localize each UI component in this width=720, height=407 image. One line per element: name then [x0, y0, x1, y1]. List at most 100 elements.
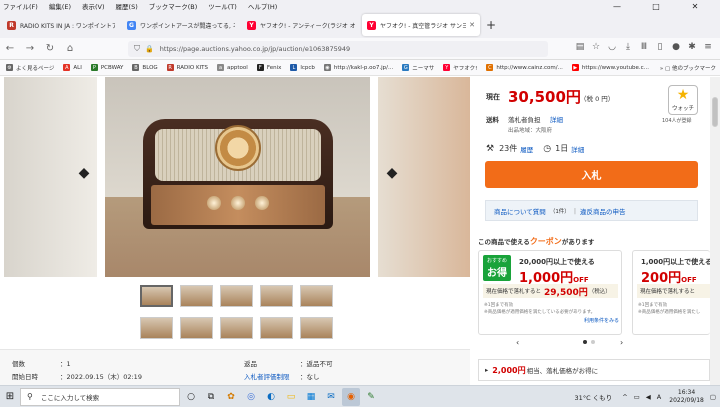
weather-widget[interactable]: 31°C くもり — [575, 392, 613, 402]
menu-bookmarks[interactable]: ブックマーク(B) — [149, 1, 198, 11]
chrome-app-icon[interactable]: ◎ — [242, 388, 260, 406]
bookmark-item[interactable]: A ALI — [63, 64, 82, 71]
coupon-card[interactable]: おすすめ お得 20,000円以上で使える 1,000円OFF 現在価格で落札す… — [478, 250, 622, 335]
bookmark-item[interactable]: R RADIO KITS — [166, 64, 208, 71]
thumbnail[interactable] — [180, 317, 213, 339]
thumbnail[interactable] — [140, 285, 173, 307]
carousel-dot[interactable] — [591, 340, 595, 344]
store-icon[interactable]: ▦ — [302, 388, 320, 406]
bookmark-item[interactable]: ▶ https://www.youtube.c... — [571, 64, 649, 71]
menu-edit[interactable]: 編集(E) — [49, 1, 71, 11]
bookmark-item[interactable]: Chttp://www.cainz.com/... — [486, 64, 563, 71]
menu-view[interactable]: 表示(V) — [82, 1, 105, 11]
question-link[interactable]: 商品について質問 — [494, 206, 546, 216]
app-icon[interactable]: ✎ — [362, 388, 380, 406]
reload-icon[interactable]: ↻ — [40, 43, 60, 54]
thumbnail[interactable] — [260, 317, 293, 339]
thumbnail[interactable] — [220, 285, 253, 307]
tab-yahoo-antique[interactable]: Y ヤフオク! - アンティーク(ラジオ オーディオ) — [242, 14, 360, 36]
bookmark-item[interactable]: ⚙ よく見るページ — [6, 64, 54, 72]
menu-help[interactable]: ヘルプ(H) — [248, 1, 277, 11]
sidebar-icon[interactable]: ▯ — [652, 42, 668, 52]
gear-icon: ⚙ — [6, 64, 13, 71]
watch-button[interactable]: ★ ウォッチ — [668, 85, 698, 115]
minimize-button[interactable]: — — [603, 0, 631, 12]
ime-indicator[interactable]: A — [657, 393, 661, 401]
shipping-detail-link[interactable]: 詳細 — [550, 114, 563, 124]
tab-google[interactable]: G ワンポイントアースが間違ってる, ネ — [122, 14, 240, 36]
windows-start-icon[interactable]: ⊞ — [0, 391, 20, 402]
thumbnail[interactable] — [180, 285, 213, 307]
taskbar-search[interactable]: ⚲ ここに入力して検索 — [20, 387, 180, 406]
prev-arrow-icon[interactable]: ◆ — [76, 165, 92, 181]
thumbnail[interactable] — [260, 285, 293, 307]
menu-icon[interactable]: ≡ — [700, 42, 716, 52]
account-icon[interactable]: ● — [668, 42, 684, 52]
forward-icon[interactable]: → — [20, 43, 40, 54]
menu-file[interactable]: ファイル(F) — [3, 1, 38, 11]
scrollbar-thumb[interactable] — [712, 97, 718, 127]
bid-history-link[interactable]: 履歴 — [520, 144, 533, 154]
cortana-icon[interactable]: ○ — [182, 388, 200, 406]
download-icon[interactable]: ⤓ — [620, 42, 636, 52]
close-window-button[interactable]: ✕ — [681, 0, 709, 12]
bid-button[interactable]: 入札 — [485, 161, 698, 188]
maximize-button[interactable]: □ — [642, 0, 670, 12]
carousel-next-icon[interactable]: › — [620, 338, 623, 347]
menu-tools[interactable]: ツール(T) — [208, 1, 237, 11]
close-tab-icon[interactable]: ✕ — [469, 21, 475, 29]
extensions-icon[interactable]: ✱ — [684, 42, 700, 52]
network-icon[interactable]: ▭ — [634, 393, 640, 401]
coupon-detail-link[interactable]: 利用条件をみる — [584, 317, 619, 324]
time-detail-link[interactable]: 詳細 — [571, 144, 584, 154]
firefox-icon[interactable]: ◉ — [342, 387, 360, 406]
file-explorer-icon[interactable]: ▭ — [282, 388, 300, 406]
thumbnail[interactable] — [220, 317, 253, 339]
report-link[interactable]: 違反商品の申告 — [580, 206, 626, 216]
menu-history[interactable]: 履歴(S) — [116, 1, 138, 11]
coupon-card[interactable]: 1,000円以上で使える 200円OFF 現在価格で落札すると ※1回まで有効 … — [632, 250, 710, 335]
reader-view-icon[interactable]: ▤ — [572, 42, 588, 52]
spec-rating-link[interactable]: 入札者評価制限 — [244, 371, 290, 381]
task-view-icon[interactable]: ⧉ — [202, 388, 220, 406]
library-icon[interactable]: Ⅲ — [636, 42, 652, 52]
tab-yahoo-radio[interactable]: Y ヤフオク! - 真空管ラジオ サンヨー SS ✕ — [362, 14, 480, 36]
home-icon[interactable]: ⌂ — [60, 43, 80, 54]
new-tab-button[interactable]: + — [486, 18, 496, 32]
bookmark-item[interactable]: B BLOG — [132, 64, 158, 71]
shield-icon[interactable]: ⛉ — [134, 44, 140, 54]
tray-arrow-icon[interactable]: ^ — [622, 393, 627, 401]
next-arrow-icon[interactable]: ◆ — [384, 165, 400, 181]
carousel-dot[interactable] — [583, 340, 587, 344]
toolbar-right: ▤ ☆ ◡ ⤓ Ⅲ ▯ ● ✱ ≡ — [572, 42, 716, 52]
taskbar-clock[interactable]: 16:34 2022/09/18 — [669, 389, 704, 405]
bookmark-star-icon[interactable]: ☆ — [588, 42, 604, 52]
bookmark-item[interactable]: a apptool — [217, 64, 248, 71]
bookmark-item[interactable]: P PCBWAY — [90, 64, 123, 71]
tab-radio-kits[interactable]: R RADIO KITS IN JA : ワンポイントアース — [2, 14, 120, 36]
back-icon[interactable]: ← — [0, 43, 20, 54]
volume-icon[interactable]: ◀ — [646, 393, 651, 401]
bonus-banner[interactable]: ▸ 2,000円 相当、落札価格がお得に — [478, 359, 710, 381]
main-product-image[interactable] — [105, 77, 370, 277]
thumbnail[interactable] — [140, 317, 173, 339]
thumbnail[interactable] — [300, 317, 333, 339]
thumbnail[interactable] — [300, 285, 333, 307]
pocket-icon[interactable]: ◡ — [604, 42, 620, 52]
bookmark-item[interactable]: Y ヤフオク! — [443, 64, 477, 72]
url-text[interactable]: https://page.auctions.yahoo.co.jp/jp/auc… — [160, 45, 350, 53]
mail-icon[interactable]: ✉ — [322, 388, 340, 406]
bookmark-item[interactable]: ◉ http://kakl-p.oo7.jp/... — [323, 64, 393, 71]
sunflower-app-icon[interactable]: ✿ — [222, 388, 240, 406]
bookmark-item[interactable]: F Fenix — [256, 64, 281, 71]
bookmark-item[interactable]: Llcpcb — [290, 64, 315, 71]
other-bookmarks[interactable]: » ▢ 他のブックマーク — [655, 63, 716, 72]
address-bar[interactable]: ⛉ 🔒 https://page.auctions.yahoo.co.jp/jp… — [128, 41, 548, 57]
spec-return-value: ：返品不可 — [300, 360, 333, 368]
carousel-prev-icon[interactable]: ‹ — [516, 338, 519, 347]
page-scrollbar[interactable] — [710, 77, 720, 385]
lock-icon[interactable]: 🔒 — [145, 45, 154, 53]
edge-icon[interactable]: ◐ — [262, 388, 280, 406]
notification-icon[interactable]: ▢ — [710, 393, 716, 401]
bookmark-item[interactable]: G ニーマサ — [402, 64, 434, 72]
